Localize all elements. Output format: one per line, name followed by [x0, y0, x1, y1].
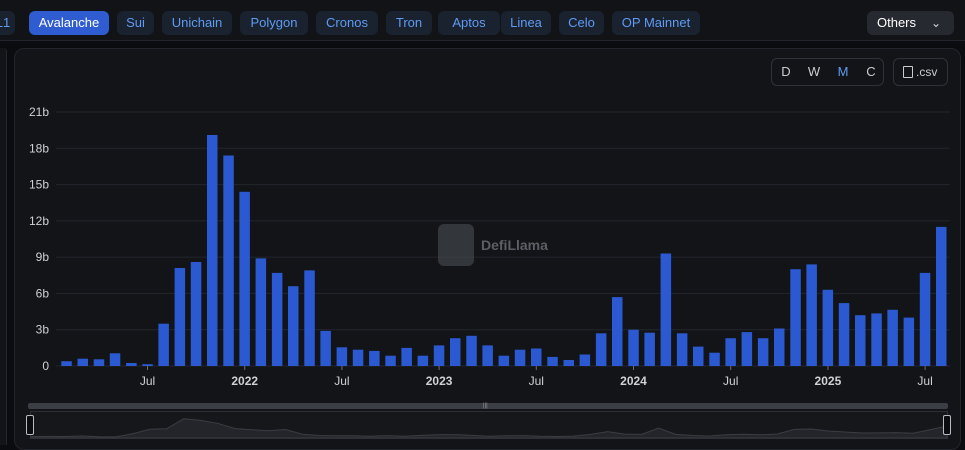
- range-slider-window: [30, 411, 948, 439]
- bar-2021-05[interactable]: [109, 353, 121, 366]
- bar-2025-06[interactable]: [903, 317, 915, 366]
- bar-2024-09[interactable]: [757, 338, 769, 366]
- mini-overview-area: [30, 418, 948, 439]
- bar-2024-01[interactable]: [628, 329, 639, 366]
- range-slider[interactable]: |||: [28, 403, 948, 439]
- bar-2025-03[interactable]: [855, 315, 866, 366]
- y-tick-label: 6b: [36, 286, 50, 300]
- bar-2025-05[interactable]: [887, 309, 898, 366]
- bar-2023-06[interactable]: [514, 349, 526, 366]
- bar-2021-12[interactable]: [223, 155, 234, 367]
- grip-icon[interactable]: |||: [483, 403, 488, 409]
- bar-2023-10[interactable]: [579, 354, 591, 367]
- range-handle-right[interactable]: [943, 415, 951, 435]
- bar-2021-09[interactable]: [174, 268, 186, 366]
- bar-2023-05[interactable]: [498, 355, 510, 366]
- bar-2021-03[interactable]: [77, 358, 89, 366]
- bar-2021-06[interactable]: [126, 363, 137, 366]
- bar-2023-02[interactable]: [450, 338, 461, 366]
- bar-2021-07[interactable]: [142, 364, 153, 366]
- watermark-text: DefiLlama: [481, 237, 548, 253]
- x-tick-label: 2025: [815, 374, 842, 388]
- bar-2023-07[interactable]: [531, 348, 542, 367]
- x-tick-label: Jul: [334, 374, 349, 388]
- y-tick-label: 3b: [36, 323, 50, 337]
- bar-2023-11[interactable]: [595, 333, 607, 366]
- bar-2025-02[interactable]: [838, 303, 850, 366]
- bar-2025-01[interactable]: [822, 289, 834, 366]
- y-tick-label: 9b: [36, 250, 50, 264]
- bar-2022-05[interactable]: [304, 270, 315, 366]
- bar-2022-02[interactable]: [255, 258, 267, 366]
- bar-2023-09[interactable]: [563, 360, 575, 366]
- bar-2021-11[interactable]: [207, 135, 218, 366]
- bar-2023-04[interactable]: [482, 345, 493, 366]
- bar-2022-01[interactable]: [239, 191, 250, 366]
- bar-2025-07[interactable]: [919, 272, 931, 366]
- volume-bar-chart: 0 3b 6b 9b 12b 15b 18b 21b Jul 2022 Jul 2023 Jul 2024…: [29, 105, 950, 388]
- range-handle-left[interactable]: [26, 415, 34, 435]
- y-tick-label: 21b: [29, 105, 49, 119]
- bar-2022-06[interactable]: [320, 330, 331, 366]
- bar-2022-10[interactable]: [385, 355, 396, 366]
- bar-2023-03[interactable]: [466, 335, 477, 366]
- bar-2023-12[interactable]: [612, 297, 623, 366]
- llama-logo-icon: [438, 224, 474, 266]
- y-tick-label: 0: [42, 359, 49, 373]
- bar-2021-10[interactable]: [190, 262, 202, 366]
- bar-2021-02[interactable]: [61, 361, 72, 366]
- bar-2024-02[interactable]: [644, 332, 655, 366]
- bar-2025-08[interactable]: [936, 226, 947, 366]
- bar-2024-07[interactable]: [725, 338, 736, 366]
- bar-2025-04[interactable]: [871, 313, 882, 366]
- bar-2024-08[interactable]: [741, 332, 753, 366]
- bar-2024-04[interactable]: [676, 333, 688, 366]
- bar-2022-07[interactable]: [336, 347, 348, 366]
- x-tick-label: 2023: [426, 374, 453, 388]
- bar-2024-12[interactable]: [806, 264, 817, 366]
- bar-2023-08[interactable]: [547, 356, 558, 366]
- bar-2022-03[interactable]: [271, 272, 283, 366]
- bar-2024-11[interactable]: [790, 269, 801, 366]
- x-tick-label: Jul: [917, 374, 932, 388]
- bar-2024-03[interactable]: [660, 253, 672, 367]
- bar-2021-08[interactable]: [158, 323, 169, 366]
- bar-2024-10[interactable]: [774, 328, 785, 367]
- bar-2022-11[interactable]: [401, 347, 412, 366]
- bar-2024-06[interactable]: [709, 352, 720, 366]
- x-tick-label: Jul: [529, 374, 544, 388]
- bar-2024-05[interactable]: [693, 346, 704, 366]
- x-tick-label: Jul: [723, 374, 738, 388]
- range-slider-bar[interactable]: [28, 403, 948, 409]
- x-tick-label: 2022: [231, 374, 258, 388]
- x-tick-label: Jul: [140, 374, 155, 388]
- bar-2023-01[interactable]: [433, 345, 445, 366]
- y-tick-label: 18b: [29, 141, 49, 155]
- bar-2021-04[interactable]: [93, 359, 105, 366]
- mini-overview-chart: [30, 418, 948, 439]
- bar-2022-08[interactable]: [352, 349, 364, 366]
- y-tick-label: 15b: [29, 178, 49, 192]
- bar-2022-12[interactable]: [417, 355, 429, 366]
- x-tick-label: 2024: [620, 374, 647, 388]
- bar-2022-04[interactable]: [288, 286, 299, 366]
- bar-2022-09[interactable]: [369, 350, 380, 366]
- y-tick-label: 12b: [29, 214, 49, 228]
